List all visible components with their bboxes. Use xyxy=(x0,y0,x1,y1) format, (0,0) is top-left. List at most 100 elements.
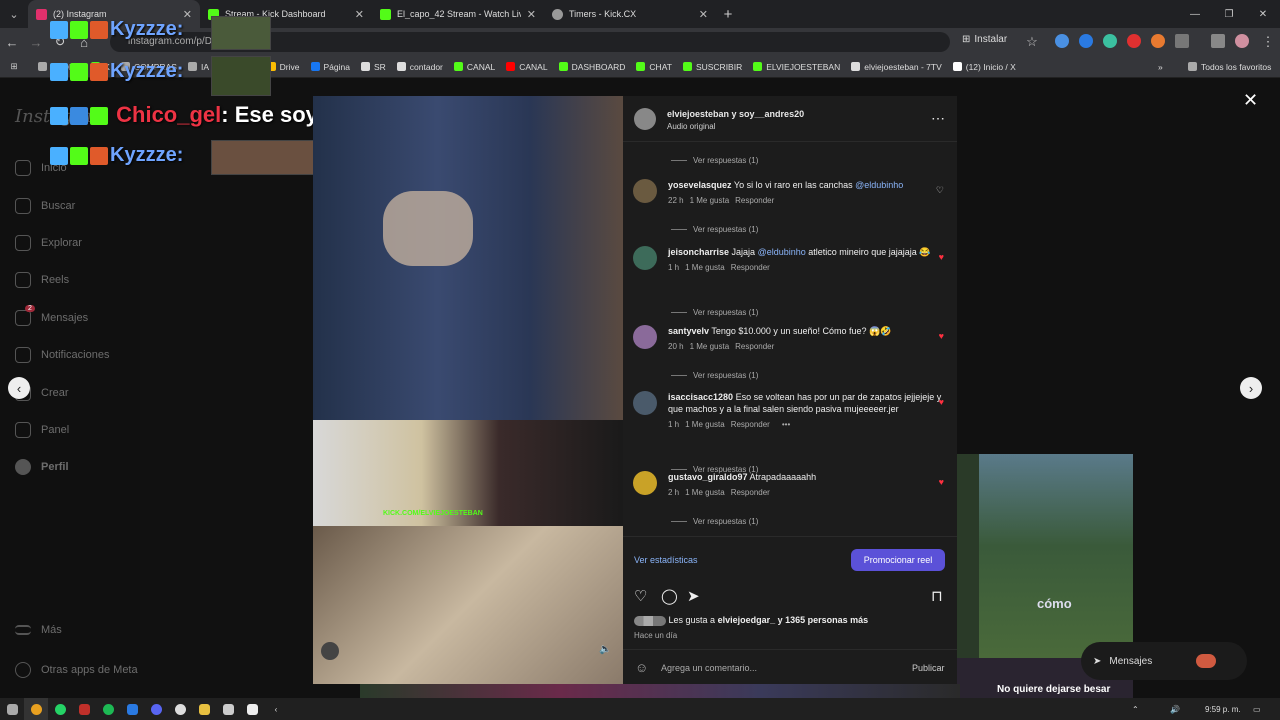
promote-reel-button[interactable]: Promocionar reel xyxy=(851,549,945,571)
bookmark-item[interactable]: ELVIEJOESTEBAN xyxy=(753,62,840,72)
comment-reply[interactable]: Responder xyxy=(731,419,770,431)
all-bookmarks[interactable]: Todos los favoritos xyxy=(1188,62,1271,72)
app-icon[interactable] xyxy=(216,698,240,720)
extension-icon[interactable] xyxy=(1127,34,1141,48)
extensions-puzzle-icon[interactable] xyxy=(1175,34,1189,48)
chrome-icon[interactable] xyxy=(24,698,48,720)
more-options-icon[interactable]: ⋯ xyxy=(931,110,945,127)
bookmark-icon[interactable]: ⊓ xyxy=(931,587,943,605)
tab-kick-stream[interactable]: El_capo_42 Stream - Watch Live ✕ xyxy=(372,0,544,28)
tab-timers[interactable]: Timers - Kick.CX ✕ xyxy=(544,0,716,28)
close-tab-icon[interactable]: ✕ xyxy=(183,8,192,21)
view-stats-link[interactable]: Ver estadísticas xyxy=(634,555,698,565)
view-replies-link[interactable]: Ver respuestas (1) xyxy=(671,371,758,380)
share-icon[interactable]: ➤ xyxy=(687,587,700,605)
comment-username[interactable]: gustavo_giraldo97 xyxy=(668,472,748,482)
comment-likes[interactable]: 1 Me gusta xyxy=(690,195,730,207)
close-tab-icon[interactable]: ✕ xyxy=(355,8,364,21)
like-comment-icon[interactable]: ♥ xyxy=(939,331,944,341)
like-comment-icon[interactable]: ♥ xyxy=(939,397,944,407)
comment-username[interactable]: isaccisacc1280 xyxy=(668,392,733,402)
avatar[interactable] xyxy=(633,471,657,495)
notifications-icon[interactable]: ▭ xyxy=(1253,705,1261,714)
comment-likes[interactable]: 1 Me gusta xyxy=(690,341,730,353)
close-window-icon[interactable]: ✕ xyxy=(1246,0,1280,28)
extension-icon[interactable] xyxy=(1103,34,1117,48)
restore-icon[interactable]: ❐ xyxy=(1212,0,1246,28)
install-button[interactable]: ⊞ Instalar xyxy=(962,34,1007,45)
sidebar-item-reels[interactable]: Reels xyxy=(15,272,69,288)
comment-likes[interactable]: 1 Me gusta xyxy=(685,262,725,274)
sidebar-item-perfil[interactable]: Perfil xyxy=(15,459,69,475)
minimize-icon[interactable]: — xyxy=(1178,0,1212,28)
comment-reply[interactable]: Responder xyxy=(731,262,770,274)
comment-reply[interactable]: Responder xyxy=(735,195,774,207)
obs-icon[interactable] xyxy=(168,698,192,720)
likes-user[interactable]: elviejoedgar_ xyxy=(718,615,776,625)
sidebar-item-panel[interactable]: Panel xyxy=(15,422,69,438)
volume-tray-icon[interactable]: 🔊 xyxy=(1170,705,1180,714)
apps-grid-icon[interactable]: ⊞ xyxy=(0,61,28,72)
extension-icon[interactable] xyxy=(1151,34,1165,48)
sidebar-item-mensajes[interactable]: Mensajes 2 xyxy=(15,305,88,326)
chevron-left-icon[interactable]: ‹ xyxy=(264,698,288,720)
app-icon[interactable] xyxy=(120,698,144,720)
star-icon[interactable]: ☆ xyxy=(1020,34,1044,50)
messages-button[interactable]: ➤ Mensajes xyxy=(1081,642,1247,680)
bookmark-item[interactable]: SR xyxy=(360,62,386,72)
comment-likes[interactable]: 1 Me gusta xyxy=(685,419,725,431)
bookmark-item[interactable]: CHAT xyxy=(636,62,672,72)
view-replies-link[interactable]: Ver respuestas (1) xyxy=(671,517,758,526)
tab-search-button[interactable]: ⌄ xyxy=(0,0,28,28)
close-modal-icon[interactable]: ✕ xyxy=(1243,90,1258,111)
bookmark-item[interactable]: DASHBOARD xyxy=(558,62,625,72)
post-audio[interactable]: Audio original xyxy=(667,122,715,131)
like-comment-icon[interactable]: ♡ xyxy=(936,185,944,196)
tray-chevron-icon[interactable]: ⌃ xyxy=(1132,705,1139,714)
bookmark-item[interactable]: IA xyxy=(187,62,209,72)
more-bookmarks-icon[interactable]: » xyxy=(1158,62,1163,72)
extension-icon[interactable] xyxy=(1079,34,1093,48)
new-tab-button[interactable]: + xyxy=(716,6,740,23)
heart-icon[interactable]: ♡ xyxy=(634,587,647,605)
app-icon[interactable] xyxy=(240,698,264,720)
bookmark-item[interactable]: CANAL xyxy=(506,62,548,72)
folder-icon[interactable] xyxy=(192,698,216,720)
back-arrow-icon[interactable]: ← xyxy=(0,35,24,50)
comment-mention[interactable]: @eldubinho xyxy=(855,180,903,190)
bookmark-item[interactable]: (12) Inicio / X xyxy=(952,62,1016,72)
start-icon[interactable] xyxy=(0,698,24,720)
extension-icon[interactable] xyxy=(1055,34,1069,48)
sidebar-item-more[interactable]: Más xyxy=(15,624,62,636)
profile-avatar[interactable] xyxy=(1235,34,1249,48)
view-replies-link[interactable]: Ver respuestas (1) xyxy=(671,156,758,165)
close-tab-icon[interactable]: ✕ xyxy=(527,8,536,21)
bookmark-item[interactable]: Drive xyxy=(266,62,300,72)
avatar[interactable] xyxy=(633,179,657,203)
browser-menu-icon[interactable]: ⋮ xyxy=(1256,34,1280,50)
comment-username[interactable]: yosevelasquez xyxy=(668,180,732,190)
post-author[interactable]: elviejoesteban y soy__andres20 xyxy=(667,109,804,119)
sidebar-item-buscar[interactable]: Buscar xyxy=(15,198,75,214)
avatar[interactable] xyxy=(633,246,657,270)
like-comment-icon[interactable]: ♥ xyxy=(939,252,944,262)
volume-icon[interactable]: 🔈 xyxy=(599,644,611,655)
likes-summary[interactable]: Les gusta a elviejoedgar_ y 1365 persona… xyxy=(634,615,868,626)
bookmark-item[interactable]: Página xyxy=(310,62,350,72)
bookmark-item[interactable]: contador xyxy=(396,62,443,72)
sidebar-item-meta[interactable]: Otras apps de Meta xyxy=(15,662,138,678)
publish-button[interactable]: Publicar xyxy=(912,663,945,673)
clock[interactable]: 9:59 p. m. xyxy=(1205,705,1241,714)
reel-video[interactable]: KICK.COM/ELVIEJOESTEBAN 🔈 xyxy=(313,96,623,684)
bookmark-item[interactable]: elviejoesteban - 7TV xyxy=(851,62,942,72)
view-replies-link[interactable]: Ver respuestas (1) xyxy=(671,225,758,234)
comment-input[interactable]: Agrega un comentario... xyxy=(661,663,757,673)
comment-likes[interactable]: 1 Me gusta xyxy=(685,487,725,499)
bookmark-item[interactable]: CANAL xyxy=(453,62,495,72)
comment-username[interactable]: santyvelv xyxy=(668,326,709,336)
app-icon[interactable] xyxy=(72,698,96,720)
forward-arrow-icon[interactable]: → xyxy=(24,35,48,50)
avatar[interactable] xyxy=(634,108,656,130)
avatar[interactable] xyxy=(633,391,657,415)
emoji-icon[interactable]: ☺ xyxy=(635,660,648,675)
